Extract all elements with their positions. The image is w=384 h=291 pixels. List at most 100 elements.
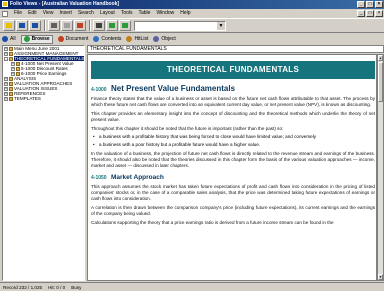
- book-icon: [9, 96, 13, 101]
- book-icon: [9, 76, 13, 81]
- toolbar: ▼: [0, 18, 384, 33]
- browse-icon: [23, 36, 30, 42]
- menu-table[interactable]: Table: [136, 9, 154, 18]
- paragraph: This chapter provides an elementary insi…: [91, 111, 375, 122]
- toolbar-separator: [44, 20, 46, 31]
- scroll-thumb[interactable]: [378, 62, 383, 102]
- close-button[interactable]: ×: [375, 1, 383, 8]
- document-icon[interactable]: [2, 10, 8, 17]
- title-bar: Folio Views - [Australian Valuation Hand…: [0, 0, 384, 9]
- globe-icon: [2, 36, 8, 42]
- maximize-button[interactable]: □: [366, 1, 374, 8]
- window-controls: _ □ ×: [357, 1, 383, 8]
- bookmark-button[interactable]: [74, 20, 86, 31]
- collapse-icon[interactable]: -: [4, 56, 8, 61]
- expand-icon[interactable]: +: [4, 96, 8, 101]
- status-state: Busy: [71, 285, 82, 290]
- vertical-scrollbar[interactable]: ▲ ▼: [377, 54, 384, 281]
- bookmark-icon: [77, 23, 83, 28]
- expand-icon[interactable]: +: [4, 91, 8, 96]
- tab-label: Contents: [101, 36, 122, 42]
- object-icon: [153, 36, 160, 42]
- menu-edit[interactable]: Edit: [25, 9, 40, 18]
- tab-object[interactable]: Object: [153, 34, 176, 44]
- tab-label: Browse: [31, 36, 50, 42]
- status-record: Record 232 / 1,025: [3, 285, 43, 290]
- section-heading: 4-1000 Net Present Value Fundamentals: [91, 84, 375, 93]
- menu-layout[interactable]: Layout: [97, 9, 118, 18]
- book-icon: [9, 81, 13, 86]
- book-icon: [16, 61, 20, 66]
- bullet-item: a business with a profitable history tha…: [91, 134, 375, 140]
- copy-button[interactable]: [61, 20, 73, 31]
- document-sections: 4-1000 Net Present Value Fundamentals Fina…: [91, 84, 375, 226]
- search-icon: [96, 23, 102, 28]
- tab-browse[interactable]: Browse: [20, 34, 53, 44]
- document-area: THEORETICAL FUNDAMENTALS THEORETICAL FUN…: [87, 45, 384, 281]
- prev-hit-icon: [109, 23, 115, 28]
- app-icon: [2, 1, 8, 7]
- book-icon: [9, 56, 13, 61]
- expand-icon[interactable]: +: [4, 51, 8, 56]
- menu-insert[interactable]: Insert: [56, 9, 75, 18]
- open-button[interactable]: [3, 20, 15, 31]
- minimize-button[interactable]: _: [357, 1, 365, 8]
- paragraph: This approach assumes the stock market h…: [91, 184, 375, 201]
- contents-tree[interactable]: + Main Menu June 2001 + ASSIGNMENT MANAGEME…: [2, 45, 85, 281]
- tab-document[interactable]: Document: [57, 34, 89, 44]
- menu-tools[interactable]: Tools: [118, 9, 136, 18]
- document-pane[interactable]: THEORETICAL FUNDAMENTALS 4-1000 Net Prese…: [87, 54, 377, 281]
- query-combo[interactable]: ▼: [134, 20, 226, 31]
- book-icon: [9, 86, 13, 91]
- menu-help[interactable]: Help: [177, 9, 193, 18]
- menu-bar: File Edit View Insert Search Layout Tool…: [0, 9, 384, 18]
- expand-icon[interactable]: +: [4, 46, 8, 51]
- book-icon: [9, 46, 13, 51]
- paragraph: Finance theory states that the value of …: [91, 96, 375, 107]
- document-icon: [57, 36, 64, 42]
- back-button[interactable]: [16, 20, 28, 31]
- menu-window[interactable]: Window: [153, 9, 177, 18]
- hitlist-icon: [126, 36, 133, 42]
- view-tabs: All Browse Document Contents HitList Obj…: [0, 34, 384, 44]
- book-icon: [16, 71, 20, 76]
- bullet-item: a business with a poor history but a pro…: [91, 142, 375, 148]
- toolbar-separator: [89, 20, 91, 31]
- scroll-up-button[interactable]: ▲: [378, 55, 383, 61]
- tab-all[interactable]: All: [2, 34, 16, 44]
- section-heading: 4-1050 Market Approach: [91, 174, 375, 181]
- tab-contents[interactable]: Contents: [93, 34, 121, 44]
- menu-file[interactable]: File: [11, 9, 25, 18]
- next-hit-button[interactable]: [119, 20, 131, 31]
- doc-minimize-button[interactable]: _: [357, 10, 365, 17]
- section-number: 4-1000: [91, 87, 107, 93]
- paragraph: Calculations supporting the theory that …: [91, 220, 334, 225]
- document-page: THEORETICAL FUNDAMENTALS 4-1000 Net Prese…: [91, 61, 375, 280]
- tab-label: Document: [65, 36, 89, 42]
- section-number: 4-1050: [91, 175, 107, 181]
- search-button[interactable]: [93, 20, 105, 31]
- expand-icon[interactable]: +: [11, 61, 15, 66]
- chevron-down-icon[interactable]: ▼: [217, 21, 225, 30]
- doc-restore-button[interactable]: □: [366, 10, 374, 17]
- expand-icon[interactable]: +: [11, 66, 15, 71]
- menu-view[interactable]: View: [40, 9, 57, 18]
- next-hit-icon: [122, 23, 128, 28]
- prev-hit-button[interactable]: [106, 20, 118, 31]
- expand-icon[interactable]: +: [11, 71, 15, 76]
- arrow-left-icon: [19, 23, 25, 28]
- expand-icon[interactable]: +: [4, 76, 8, 81]
- doc-close-button[interactable]: ×: [375, 10, 383, 17]
- menu-search[interactable]: Search: [75, 9, 97, 18]
- forward-button[interactable]: [29, 20, 41, 31]
- scroll-down-button[interactable]: ▼: [378, 274, 383, 280]
- expand-icon[interactable]: +: [4, 86, 8, 91]
- tab-label: HitList: [134, 36, 149, 42]
- book-icon: [9, 91, 13, 96]
- print-button[interactable]: [48, 20, 60, 31]
- expand-icon[interactable]: +: [4, 81, 8, 86]
- tree-node[interactable]: + TEMPLATES: [3, 96, 84, 101]
- tab-hitlist[interactable]: HitList: [126, 34, 148, 44]
- copy-icon: [64, 23, 70, 28]
- folder-icon: [6, 23, 12, 28]
